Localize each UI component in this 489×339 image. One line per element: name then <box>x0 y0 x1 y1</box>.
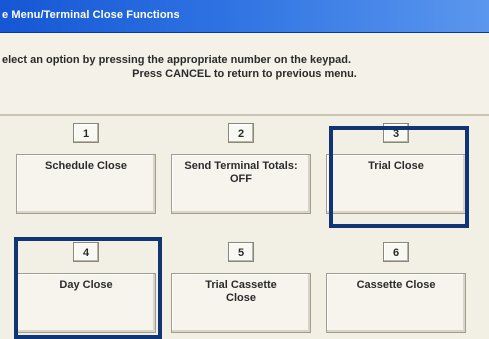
option-5: 5 Trial Cassette Close <box>171 235 311 335</box>
option-2-number-button[interactable]: 2 <box>228 123 254 143</box>
instructions-panel: elect an option by pressing the appropri… <box>0 33 489 116</box>
option-3-number-button[interactable]: 3 <box>383 123 409 143</box>
option-3-button[interactable]: Trial Close <box>326 154 466 214</box>
option-1-button[interactable]: Schedule Close <box>16 154 156 214</box>
options-grid: 1 Schedule Close 2 Send Terminal Totals:… <box>0 116 489 339</box>
option-1: 1 Schedule Close <box>16 116 156 216</box>
option-6-button[interactable]: Cassette Close <box>326 273 466 333</box>
option-6-number-button[interactable]: 6 <box>383 242 409 262</box>
option-4-button[interactable]: Day Close <box>16 273 156 333</box>
option-4-number-button[interactable]: 4 <box>73 242 99 262</box>
instruction-line-1: elect an option by pressing the appropri… <box>2 54 352 66</box>
window-title: e Menu/Terminal Close Functions <box>2 9 180 21</box>
option-6: 6 Cassette Close <box>326 235 466 335</box>
option-2: 2 Send Terminal Totals: OFF <box>171 116 311 216</box>
option-2-button[interactable]: Send Terminal Totals: OFF <box>171 154 311 214</box>
option-4: 4 Day Close <box>16 235 156 335</box>
instruction-line-2: Press CANCEL to return to previous menu. <box>132 68 357 80</box>
option-5-button[interactable]: Trial Cassette Close <box>171 273 311 333</box>
title-bar: e Menu/Terminal Close Functions <box>0 0 489 33</box>
terminal-close-window: e Menu/Terminal Close Functions elect an… <box>0 0 489 339</box>
option-3: 3 Trial Close <box>326 116 466 216</box>
option-1-number-button[interactable]: 1 <box>73 123 99 143</box>
option-5-number-button[interactable]: 5 <box>228 242 254 262</box>
content-panel: elect an option by pressing the appropri… <box>0 33 489 339</box>
